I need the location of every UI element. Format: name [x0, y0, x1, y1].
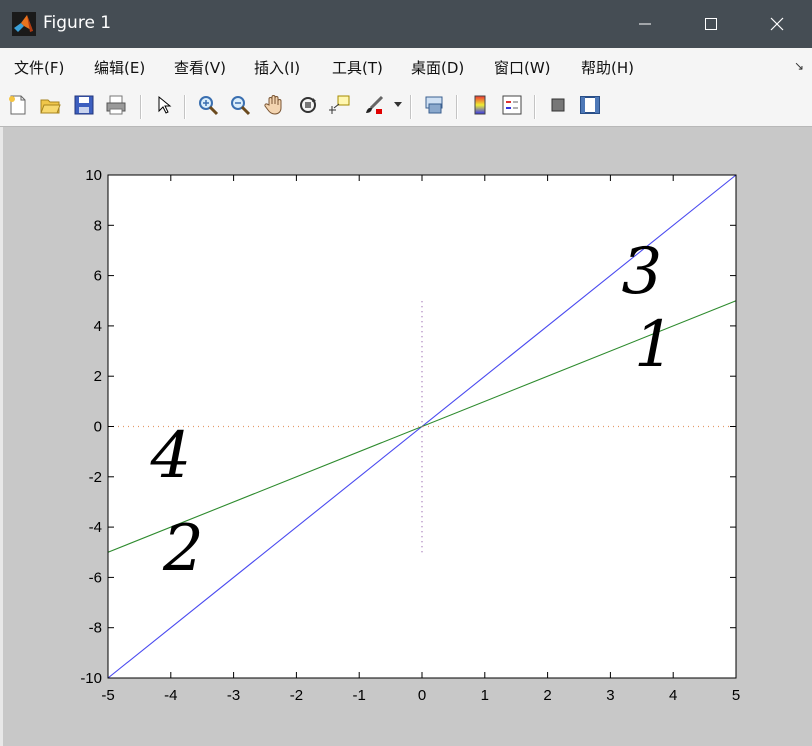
y-tick-label: -10 [80, 670, 102, 687]
y-tick-label: -6 [89, 569, 102, 586]
x-tick-label: -5 [101, 687, 114, 704]
y-tick-label: 4 [94, 318, 102, 335]
annotation-3: 3 [621, 235, 662, 309]
x-tick-label: -3 [227, 687, 240, 704]
x-tick-label: 3 [606, 687, 614, 704]
y-tick-label: -2 [89, 469, 102, 486]
x-tick-label: -4 [164, 687, 177, 704]
plot-canvas: -5 -4 -3 -2 -1 0 1 2 3 4 5-10-8-6-4-202468101234 [80, 167, 740, 704]
annotation-1: 1 [634, 308, 675, 382]
y-tick-label: 8 [94, 217, 102, 234]
x-tick-label: -1 [353, 687, 366, 704]
annotation-2: 2 [162, 512, 204, 586]
y-tick-label: 10 [85, 167, 102, 184]
x-tick-label: 5 [732, 687, 740, 704]
x-tick-label: 0 [418, 687, 426, 704]
annotation-4: 4 [149, 419, 191, 493]
y-tick-label: -8 [89, 620, 102, 637]
x-tick-label: 1 [481, 687, 489, 704]
figure-window: Figure 1 文件(F) 编辑(E) 查看(V) 插入(I) 工具(T) 桌… [0, 0, 812, 746]
y-tick-label: 2 [94, 368, 102, 385]
y-tick-label: 0 [94, 419, 102, 436]
x-tick-label: 2 [543, 687, 551, 704]
x-tick-label: -2 [290, 687, 303, 704]
y-tick-label: 6 [94, 268, 102, 285]
x-tick-label: 4 [669, 687, 677, 704]
y-tick-label: -4 [89, 519, 102, 536]
